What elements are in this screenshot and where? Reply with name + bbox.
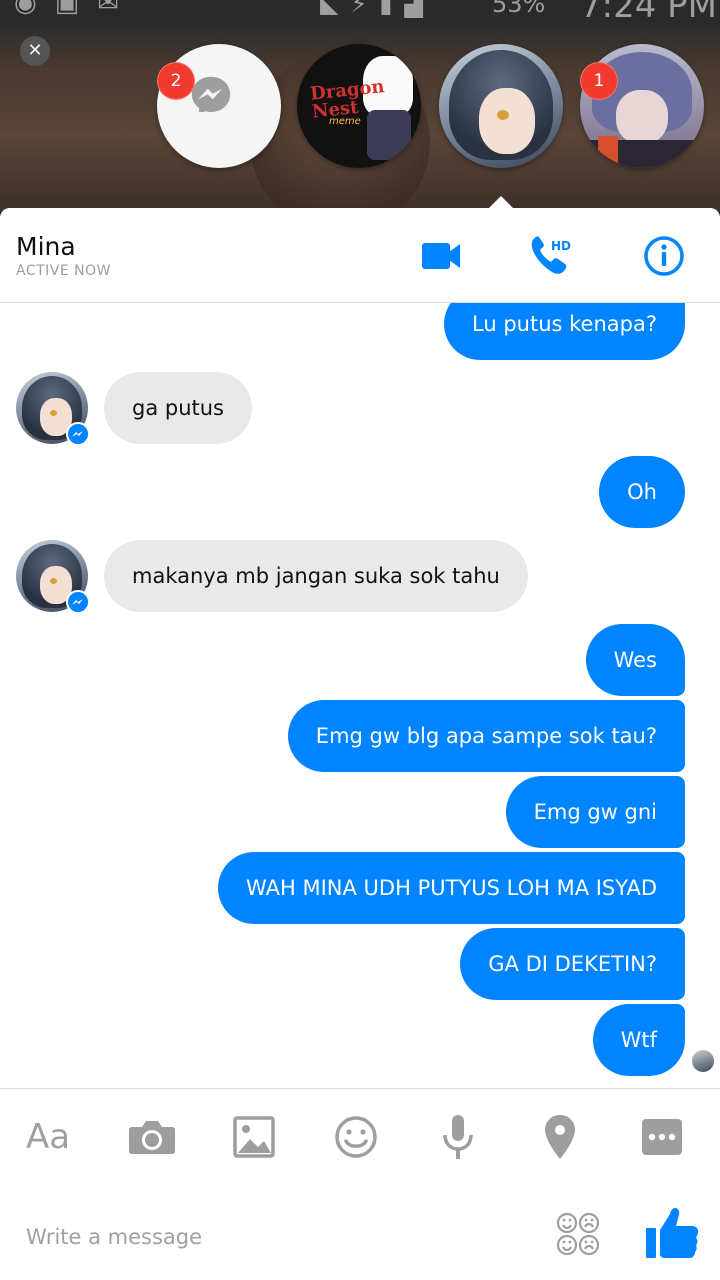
conversation-panel: Mina ACTIVE NOW HD Lu putus kenapa? ga p… xyxy=(0,208,720,1280)
emoji-button[interactable] xyxy=(330,1113,382,1161)
close-icon[interactable]: ✕ xyxy=(20,36,50,66)
contact-name[interactable]: Mina xyxy=(16,232,76,261)
message-bubble-outgoing[interactable]: Wes xyxy=(585,624,685,696)
emoji-icon xyxy=(335,1116,377,1158)
message-bubble-outgoing[interactable]: Oh xyxy=(599,456,685,528)
location-button[interactable] xyxy=(534,1113,586,1161)
message-bubble-outgoing[interactable]: WAH MINA UDH PUTYUS LOH MA ISYAD xyxy=(218,852,685,924)
dragon-nest-chathead[interactable]: Dragon Nest meme xyxy=(297,44,421,168)
thumbs-up-icon xyxy=(646,1208,699,1258)
seen-indicator-avatar xyxy=(692,1050,714,1072)
message-input[interactable] xyxy=(24,1218,488,1256)
info-button[interactable] xyxy=(636,230,692,282)
text-format-button[interactable]: Aa xyxy=(26,1113,78,1161)
voice-call-button[interactable]: HD xyxy=(522,230,578,282)
status-bar: ◉▣✉ ◣⚡▮▟ 53% 7:24 PM xyxy=(0,0,720,22)
voice-clip-button[interactable] xyxy=(432,1113,484,1161)
like-button[interactable] xyxy=(642,1202,702,1262)
gallery-icon xyxy=(233,1116,275,1158)
presence-status: ACTIVE NOW xyxy=(16,263,111,279)
microphone-icon xyxy=(443,1115,473,1159)
mina-chathead[interactable] xyxy=(439,44,563,168)
messenger-badge-icon xyxy=(66,590,90,614)
composer-toolbar: Aa xyxy=(0,1088,720,1185)
messenger-badge-icon xyxy=(66,422,90,446)
video-call-button[interactable] xyxy=(412,230,468,282)
gallery-button[interactable] xyxy=(228,1113,280,1161)
conversation-header: Mina ACTIVE NOW HD xyxy=(0,208,720,303)
message-bubble-outgoing[interactable]: Emg gw blg apa sampe sok tau? xyxy=(287,700,685,772)
message-bubble-outgoing[interactable]: Wtf xyxy=(592,1004,685,1076)
more-icon xyxy=(642,1119,682,1155)
unread-badge: 2 xyxy=(157,62,195,100)
stickers-button[interactable] xyxy=(554,1210,602,1258)
camera-button[interactable] xyxy=(126,1113,178,1161)
message-bubble-outgoing[interactable]: Emg gw gni xyxy=(505,776,685,848)
notification-icons: ◉▣✉ xyxy=(14,0,138,18)
logo-subtitle: meme xyxy=(329,116,361,127)
more-button[interactable] xyxy=(636,1113,688,1161)
unread-badge: 1 xyxy=(580,62,618,100)
hd-label: HD xyxy=(551,239,571,253)
video-camera-icon xyxy=(422,243,460,269)
location-icon xyxy=(545,1115,575,1159)
signal-icons: ◣⚡▮▟ xyxy=(320,0,435,18)
message-bubble-outgoing[interactable]: Lu putus kenapa? xyxy=(444,303,685,360)
clock: 7:24 PM xyxy=(580,0,717,22)
info-icon xyxy=(644,236,684,276)
message-list[interactable]: Lu putus kenapa? ga putus Oh makanya mb … xyxy=(0,303,720,1089)
camera-icon xyxy=(129,1121,175,1154)
message-composer xyxy=(0,1184,720,1280)
phone-icon: HD xyxy=(531,236,571,274)
message-bubble-incoming[interactable]: makanya mb jangan suka sok tahu xyxy=(104,540,528,612)
message-bubble-outgoing[interactable]: GA DI DEKETIN? xyxy=(460,928,685,1000)
stickers-icon xyxy=(556,1212,600,1256)
message-bubble-incoming[interactable]: ga putus xyxy=(104,372,252,444)
battery-percent: 53% xyxy=(492,0,546,18)
